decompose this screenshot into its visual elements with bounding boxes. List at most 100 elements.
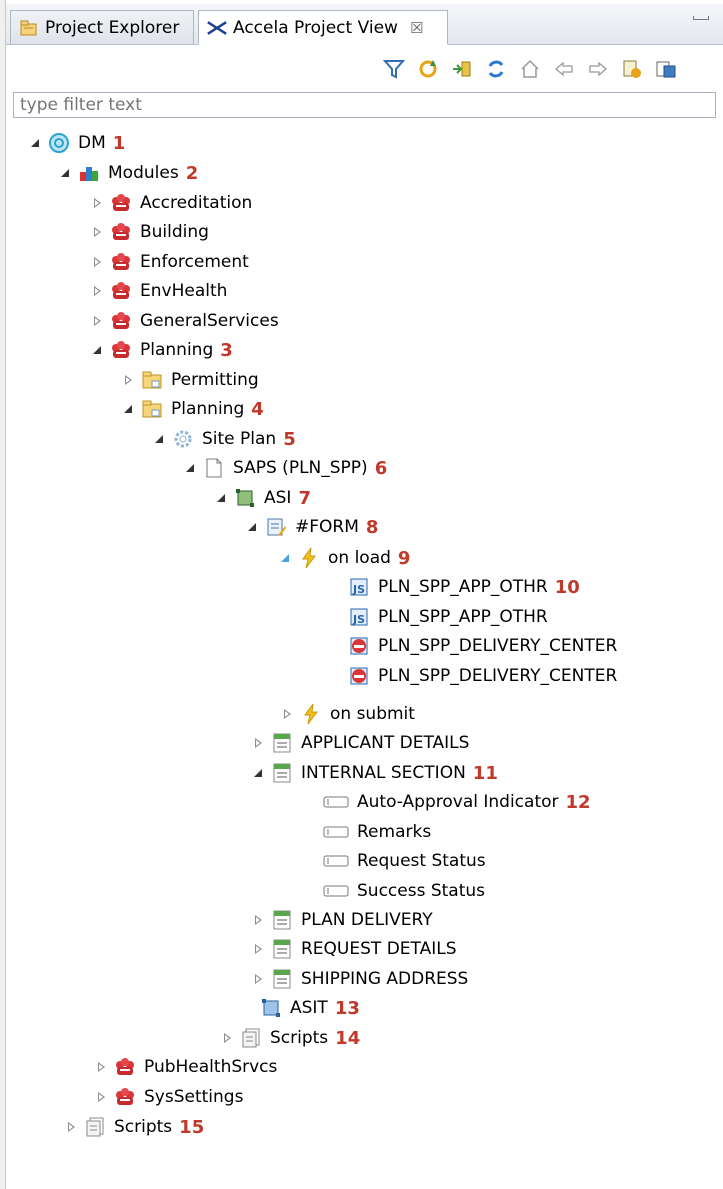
tree-item[interactable]: SysSettings (94, 1084, 243, 1110)
collapse-arrow-icon[interactable] (214, 491, 228, 505)
expand-arrow-icon[interactable] (90, 314, 104, 328)
tree-item[interactable]: REQUEST DETAILS (251, 936, 457, 962)
subgroup-icon (271, 732, 293, 754)
tree-item-label: on submit (330, 704, 415, 724)
tree-item[interactable]: Planning 4 (121, 396, 264, 422)
expand-arrow-icon[interactable] (94, 1060, 108, 1074)
annotation-number: 1 (112, 132, 126, 154)
tab-project-explorer[interactable]: Project Explorer (10, 10, 194, 44)
tree-item[interactable]: Accreditation (90, 190, 252, 216)
expand-arrow-icon[interactable] (90, 255, 104, 269)
asit-icon (260, 997, 282, 1019)
sync-icon[interactable] (484, 57, 508, 81)
annotation-number: 13 (334, 997, 360, 1019)
tree-item-label: #FORM (295, 517, 359, 537)
collapse-arrow-icon[interactable] (245, 520, 259, 534)
tree-item[interactable]: SAPS (PLN_SPP) 6 (183, 455, 387, 481)
tree-item[interactable]: JS PLN_SPP_APP_OTHR 10 (328, 574, 580, 600)
field-icon (323, 821, 349, 843)
expand-arrow-icon[interactable] (280, 707, 294, 721)
tree-item[interactable]: ASI 7 (214, 485, 311, 511)
import-icon[interactable] (450, 57, 474, 81)
tree-item[interactable]: Remarks (303, 819, 431, 845)
forward-icon[interactable] (586, 57, 610, 81)
tree-item[interactable]: EnvHealth (90, 278, 227, 304)
module-cube-icon (114, 1056, 136, 1078)
expand-arrow-icon[interactable] (251, 972, 265, 986)
filter-icon[interactable] (382, 57, 406, 81)
left-panel-border (0, 0, 6, 1189)
expand-arrow-icon[interactable] (220, 1031, 234, 1045)
script-blue-icon: JS (348, 576, 370, 598)
form-icon (265, 516, 287, 538)
settings-icon[interactable] (620, 57, 644, 81)
tree-item[interactable]: PLN_SPP_DELIVERY_CENTER (328, 663, 617, 689)
script-red-icon (348, 665, 370, 687)
tree-item[interactable]: PLAN DELIVERY (251, 907, 433, 933)
tree-item[interactable]: JS PLN_SPP_APP_OTHR (328, 604, 548, 630)
tree-item-label: Building (140, 222, 209, 242)
globe-icon (48, 132, 70, 154)
refresh-icon[interactable] (416, 57, 440, 81)
tree-item-label: Scripts (270, 1028, 329, 1048)
tree-item[interactable]: #FORM 8 (245, 514, 378, 540)
tree-item[interactable]: Success Status (303, 878, 485, 904)
expand-arrow-icon[interactable] (90, 225, 104, 239)
collapse-arrow-icon[interactable] (90, 343, 104, 357)
tree-item-label: Planning (171, 399, 245, 419)
tree-item[interactable]: SHIPPING ADDRESS (251, 966, 468, 992)
tree-item[interactable]: INTERNAL SECTION 11 (251, 760, 498, 786)
close-icon[interactable]: ☒ (410, 19, 423, 37)
deploy-icon[interactable] (654, 57, 678, 81)
tree-item[interactable]: Permitting (121, 367, 259, 393)
back-icon[interactable] (552, 57, 576, 81)
tree-item[interactable]: Planning 3 (90, 337, 233, 363)
module-cube-icon (110, 280, 132, 302)
annotation-number: 4 (251, 398, 264, 420)
tree-item[interactable]: Request Status (303, 848, 486, 874)
home-icon[interactable] (518, 57, 542, 81)
expand-arrow-icon[interactable] (251, 913, 265, 927)
expand-arrow-icon[interactable] (64, 1120, 78, 1134)
asi-icon (234, 487, 256, 509)
tree-item[interactable]: Building (90, 219, 209, 245)
tree-item[interactable]: Scripts 15 (64, 1114, 204, 1140)
collapse-arrow-icon[interactable] (28, 136, 42, 150)
tree-item[interactable]: on load 9 (278, 545, 410, 571)
tab-accela-project-view[interactable]: Accela Project View ☒ (198, 10, 448, 45)
collapse-arrow-icon[interactable] (121, 402, 135, 416)
tree-item[interactable]: GeneralServices (90, 308, 279, 334)
collapse-arrow-icon[interactable] (58, 166, 72, 180)
annotation-number: 5 (283, 428, 296, 450)
subgroup-icon (271, 938, 293, 960)
minimize-icon[interactable] (693, 16, 709, 20)
tree-item[interactable]: on submit (280, 701, 415, 727)
expand-arrow-icon[interactable] (90, 284, 104, 298)
tree-item[interactable]: DM 1 (28, 130, 125, 156)
tree-item[interactable]: ASIT 13 (240, 995, 360, 1021)
collapse-arrow-icon[interactable] (152, 432, 166, 446)
collapse-arrow-icon[interactable] (278, 551, 292, 565)
folder-icon (141, 398, 163, 420)
expand-arrow-icon[interactable] (90, 196, 104, 210)
tree-item[interactable]: Scripts 14 (220, 1025, 360, 1051)
expand-arrow-icon[interactable] (251, 942, 265, 956)
tree-item[interactable]: Modules 2 (58, 160, 198, 186)
tree-item-label: PLN_SPP_APP_OTHR (378, 607, 548, 627)
tree-item[interactable]: PubHealthSrvcs (94, 1054, 277, 1080)
tree-item-label: PLN_SPP_DELIVERY_CENTER (378, 636, 618, 656)
tree-item[interactable]: Enforcement (90, 249, 249, 275)
tree-item[interactable]: PLN_SPP_DELIVERY_CENTER (328, 633, 617, 659)
tree-item[interactable]: Site Plan 5 (152, 426, 296, 452)
collapse-arrow-icon[interactable] (251, 766, 265, 780)
annotation-number: 9 (397, 547, 411, 569)
expand-arrow-icon[interactable] (94, 1090, 108, 1104)
tree-item[interactable]: Auto-Approval Indicator 12 (303, 789, 591, 815)
expand-arrow-icon[interactable] (251, 736, 265, 750)
tree-item[interactable]: APPLICANT DETAILS (251, 730, 469, 756)
folder-tree-icon (19, 18, 39, 38)
filter-input[interactable] (13, 92, 716, 118)
collapse-arrow-icon[interactable] (183, 461, 197, 475)
expand-arrow-icon[interactable] (121, 373, 135, 387)
tree-item-label: GeneralServices (140, 311, 279, 331)
